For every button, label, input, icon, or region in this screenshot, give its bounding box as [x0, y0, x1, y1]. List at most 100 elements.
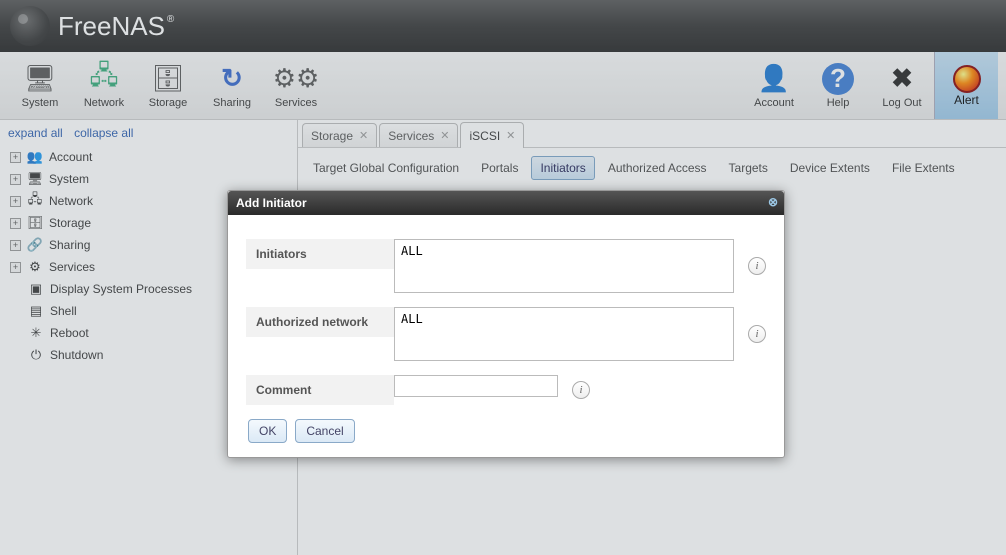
iscsi-subnav: Target Global Configuration Portals Init… [298, 148, 1006, 180]
field-authorized-network: Authorized network i [246, 307, 766, 361]
add-initiator-dialog: Add Initiator ⊗ Initiators i Authorized … [227, 190, 785, 458]
tree-label: Display System Processes [50, 282, 192, 296]
subtab-initiators[interactable]: Initiators [531, 156, 594, 180]
subtab-authorized-access[interactable]: Authorized Access [599, 156, 716, 180]
shutdown-icon: ⏻ [28, 347, 44, 363]
tab-label: Services [388, 129, 434, 143]
alert-icon [953, 65, 981, 93]
main-toolbar: 🖥 System 🖧 Network 🗄 Storage ↻ Sharing ⚙… [0, 52, 1006, 120]
toolbar-label: Help [827, 97, 850, 109]
system-icon: 🖥 [27, 171, 43, 187]
subtab-targets[interactable]: Targets [720, 156, 777, 180]
services-icon: ⚙⚙ [280, 63, 312, 95]
toolbar-label: Alert [954, 93, 979, 107]
expand-icon[interactable]: + [10, 262, 21, 273]
tree-item-system[interactable]: + 🖥 System [8, 168, 289, 190]
dialog-buttons: OK Cancel [246, 419, 766, 443]
expand-icon[interactable]: + [10, 174, 21, 185]
close-icon[interactable]: ⊗ [768, 195, 778, 209]
brand-text: FreeNAS [58, 11, 165, 42]
tree-label: Network [49, 194, 93, 208]
subtab-portals[interactable]: Portals [472, 156, 527, 180]
system-icon: 🖥 [24, 63, 56, 95]
initiators-label: Initiators [246, 239, 394, 269]
toolbar-label: Log Out [882, 97, 921, 109]
toolbar-help[interactable]: ? Help [806, 57, 870, 115]
content-tabs: Storage ✕ Services ✕ iSCSI ✕ [298, 120, 1006, 148]
subtab-file-extents[interactable]: File Extents [883, 156, 964, 180]
dialog-title: Add Initiator [236, 196, 307, 210]
help-icon: ? [822, 63, 854, 95]
toolbar-label: Sharing [213, 97, 251, 109]
tree-label: Shutdown [50, 348, 103, 362]
tab-iscsi[interactable]: iSCSI ✕ [460, 122, 524, 148]
dialog-titlebar[interactable]: Add Initiator ⊗ [228, 191, 784, 215]
info-icon[interactable]: i [572, 381, 590, 399]
tab-services[interactable]: Services ✕ [379, 123, 458, 147]
tree-label: Services [49, 260, 95, 274]
toolbar-label: System [22, 97, 59, 109]
expand-icon[interactable]: + [10, 152, 21, 163]
services-icon: ⚙ [27, 259, 43, 275]
toolbar-services[interactable]: ⚙⚙ Services [264, 57, 328, 115]
network-icon: 🖧 [88, 63, 120, 95]
tree-controls: expand all collapse all [8, 126, 289, 140]
tree-item-account[interactable]: + 👥 Account [8, 146, 289, 168]
close-icon[interactable]: ✕ [440, 129, 449, 142]
toolbar-system[interactable]: 🖥 System [8, 57, 72, 115]
toolbar-storage[interactable]: 🗄 Storage [136, 57, 200, 115]
tree-label: Storage [49, 216, 91, 230]
tab-label: Storage [311, 129, 353, 143]
shell-icon: ▤ [28, 303, 44, 319]
ok-button[interactable]: OK [248, 419, 287, 443]
tree-label: System [49, 172, 89, 186]
expand-icon[interactable]: + [10, 196, 21, 207]
expand-icon[interactable]: + [10, 240, 21, 251]
field-comment: Comment i [246, 375, 766, 405]
sharing-icon: ↻ [216, 63, 248, 95]
authorized-network-label: Authorized network [246, 307, 394, 337]
brand-name: FreeNAS ® [58, 11, 174, 42]
comment-label: Comment [246, 375, 394, 405]
processes-icon: ▣ [28, 281, 44, 297]
tab-label: iSCSI [469, 129, 500, 143]
toolbar-account[interactable]: 👤 Account [742, 57, 806, 115]
app-header: FreeNAS ® [0, 0, 1006, 52]
subtab-target-global[interactable]: Target Global Configuration [304, 156, 468, 180]
logout-icon: ✖ [886, 63, 918, 95]
info-icon[interactable]: i [748, 325, 766, 343]
toolbar-logout[interactable]: ✖ Log Out [870, 57, 934, 115]
tree-label: Sharing [49, 238, 90, 252]
account-icon: 👤 [758, 63, 790, 95]
tab-storage[interactable]: Storage ✕ [302, 123, 377, 147]
sharing-icon: 🔗 [27, 237, 43, 253]
network-icon: 🖧 [27, 193, 43, 209]
close-icon[interactable]: ✕ [506, 129, 515, 142]
toolbar-sharing[interactable]: ↻ Sharing [200, 57, 264, 115]
info-icon[interactable]: i [748, 257, 766, 275]
collapse-all-link[interactable]: collapse all [74, 126, 133, 140]
cancel-button[interactable]: Cancel [295, 419, 354, 443]
storage-icon: 🗄 [27, 215, 43, 231]
brand-trademark: ® [167, 14, 174, 25]
toolbar-label: Account [754, 97, 794, 109]
logo-icon [10, 6, 50, 46]
field-initiators: Initiators i [246, 239, 766, 293]
dialog-body: Initiators i Authorized network i Commen… [228, 215, 784, 457]
expand-all-link[interactable]: expand all [8, 126, 63, 140]
expand-icon[interactable]: + [10, 218, 21, 229]
comment-input[interactable] [394, 375, 558, 397]
account-icon: 👥 [27, 149, 43, 165]
toolbar-alert[interactable]: Alert [934, 52, 998, 119]
authorized-network-input[interactable] [394, 307, 734, 361]
initiators-input[interactable] [394, 239, 734, 293]
tree-label: Reboot [50, 326, 89, 340]
tree-label: Shell [50, 304, 77, 318]
toolbar-network[interactable]: 🖧 Network [72, 57, 136, 115]
storage-icon: 🗄 [152, 63, 184, 95]
close-icon[interactable]: ✕ [359, 129, 368, 142]
subtab-device-extents[interactable]: Device Extents [781, 156, 879, 180]
toolbar-label: Storage [149, 97, 188, 109]
reboot-icon: ✳ [28, 325, 44, 341]
tree-label: Account [49, 150, 92, 164]
